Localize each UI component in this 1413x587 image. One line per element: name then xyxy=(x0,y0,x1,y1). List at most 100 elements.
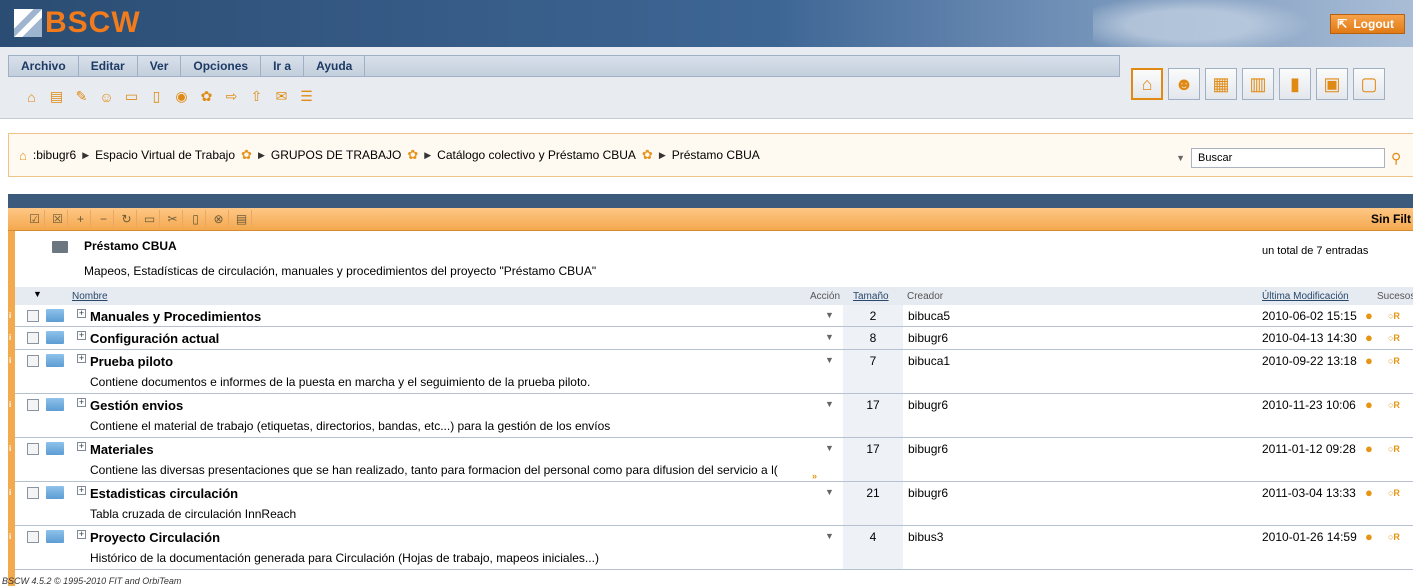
refresh-icon[interactable]: ↻ xyxy=(117,210,137,228)
row-checkbox[interactable] xyxy=(27,332,39,344)
event-icon[interactable]: ● xyxy=(1365,308,1373,323)
column-size[interactable]: Tamaño xyxy=(853,291,889,302)
breadcrumb-item[interactable]: Préstamo CBUA xyxy=(672,148,760,162)
expand-icon[interactable]: + xyxy=(77,398,86,407)
folder-icon[interactable] xyxy=(46,486,64,499)
table-row[interactable]: i + Proyecto Circulación Histórico de la… xyxy=(8,526,1413,570)
group-folder-icon[interactable]: ✿ xyxy=(241,147,252,163)
bookmark-icon[interactable]: ▮ xyxy=(1279,68,1311,100)
row-checkbox[interactable] xyxy=(27,443,39,455)
item-name[interactable]: Materiales xyxy=(90,442,154,457)
expand-all-icon[interactable]: + xyxy=(71,210,91,228)
action-chevron-icon[interactable]: ▼ xyxy=(825,531,834,541)
action-chevron-icon[interactable]: ▼ xyxy=(825,487,834,497)
menu-ver[interactable]: Ver xyxy=(138,56,182,76)
search-input[interactable]: Buscar xyxy=(1191,148,1385,168)
menu-ayuda[interactable]: Ayuda xyxy=(304,56,366,76)
chevron-down-icon[interactable]: ▼ xyxy=(1176,153,1185,163)
column-name[interactable]: Nombre xyxy=(72,291,108,302)
expand-icon[interactable]: + xyxy=(77,354,86,363)
event-icon[interactable]: ● xyxy=(1365,397,1373,412)
table-row[interactable]: i + Gestión envios Contiene el material … xyxy=(8,394,1413,438)
clipboard-icon[interactable]: ▦ xyxy=(1205,68,1237,100)
read-event-icon[interactable]: ○R xyxy=(1388,333,1400,343)
event-icon[interactable]: ● xyxy=(1365,441,1373,456)
collapse-all-icon[interactable]: − xyxy=(94,210,114,228)
read-event-icon[interactable]: ○R xyxy=(1388,532,1400,542)
copy-icon[interactable]: ▯ xyxy=(186,210,206,228)
info-marker[interactable]: i xyxy=(8,482,15,525)
uncheck-all-icon[interactable]: ☒ xyxy=(48,210,68,228)
item-name[interactable]: Manuales y Procedimientos xyxy=(90,309,261,324)
row-checkbox[interactable] xyxy=(27,399,39,411)
info-marker[interactable]: i xyxy=(8,394,15,437)
open-folder-icon[interactable]: ⌂ xyxy=(22,87,41,106)
row-checkbox[interactable] xyxy=(27,531,39,543)
notes-icon[interactable]: ☰ xyxy=(297,87,316,106)
info-marker[interactable]: i xyxy=(8,305,15,326)
menu-editar[interactable]: Editar xyxy=(79,56,138,76)
table-row[interactable]: i + Prueba piloto Contiene documentos e … xyxy=(8,350,1413,394)
filter-label[interactable]: Sin Filt xyxy=(1371,212,1411,226)
item-creator[interactable]: bibugr6 xyxy=(908,398,948,412)
column-modified[interactable]: Última Modificación xyxy=(1262,291,1349,302)
export-icon[interactable]: ⇨ xyxy=(222,87,241,106)
expand-icon[interactable]: + xyxy=(77,331,86,340)
zip-icon[interactable]: ▤ xyxy=(232,210,252,228)
action-chevron-icon[interactable]: ▼ xyxy=(825,332,834,342)
cut-icon[interactable]: ✂ xyxy=(163,210,183,228)
menu-ir-a[interactable]: Ir a xyxy=(261,56,305,76)
breadcrumb-item[interactable]: GRUPOS DE TRABAJO xyxy=(271,148,401,162)
folder-icon[interactable] xyxy=(46,442,64,455)
expand-icon[interactable]: + xyxy=(77,309,86,318)
read-event-icon[interactable]: ○R xyxy=(1388,311,1400,321)
search-icon[interactable]: ⚲ xyxy=(1391,150,1411,167)
add-group-icon[interactable]: ✿ xyxy=(197,87,216,106)
action-chevron-icon[interactable]: ▼ xyxy=(825,443,834,453)
item-creator[interactable]: bibugr6 xyxy=(908,331,948,345)
table-row[interactable]: i + Materiales Contiene las diversas pre… xyxy=(8,438,1413,482)
tasks-icon[interactable]: ▢ xyxy=(1353,68,1385,100)
item-creator[interactable]: bibugr6 xyxy=(908,442,948,456)
folder-icon[interactable] xyxy=(46,530,64,543)
folder-icon[interactable] xyxy=(46,398,64,411)
item-creator[interactable]: bibugr6 xyxy=(908,486,948,500)
event-icon[interactable]: ● xyxy=(1365,485,1373,500)
breadcrumb-item[interactable]: Espacio Virtual de Trabajo xyxy=(95,148,235,162)
group-folder-icon[interactable]: ✿ xyxy=(642,147,653,163)
read-event-icon[interactable]: ○R xyxy=(1388,356,1400,366)
item-name[interactable]: Estadisticas circulación xyxy=(90,486,238,501)
item-name[interactable]: Proyecto Circulación xyxy=(90,530,220,545)
action-chevron-icon[interactable]: ▼ xyxy=(825,399,834,409)
more-icon[interactable]: » xyxy=(812,471,817,481)
event-icon[interactable]: ● xyxy=(1365,529,1373,544)
menu-opciones[interactable]: Opciones xyxy=(181,56,262,76)
item-name[interactable]: Gestión envios xyxy=(90,398,183,413)
action-chevron-icon[interactable]: ▼ xyxy=(825,310,834,320)
column-events[interactable]: Sucesos xyxy=(1377,291,1413,302)
item-creator[interactable]: bibuca1 xyxy=(908,354,950,368)
delete-icon[interactable]: ⊗ xyxy=(209,210,229,228)
item-name[interactable]: Prueba piloto xyxy=(90,354,173,369)
calendar-icon[interactable]: ▣ xyxy=(1316,68,1348,100)
read-event-icon[interactable]: ○R xyxy=(1388,400,1400,410)
logout-button[interactable]: ⇱ Logout xyxy=(1330,14,1405,34)
add-document-icon[interactable]: ▯ xyxy=(147,87,166,106)
folder-icon[interactable] xyxy=(46,309,64,322)
info-marker[interactable]: i xyxy=(8,350,15,393)
breadcrumb-item[interactable]: :bibugr6 xyxy=(33,148,76,162)
breadcrumb-item[interactable]: Catálogo colectivo y Préstamo CBUA xyxy=(437,148,636,162)
upload-icon[interactable]: ⇧ xyxy=(247,87,266,106)
trash-icon[interactable]: ▥ xyxy=(1242,68,1274,100)
add-folder-icon[interactable]: ▭ xyxy=(122,87,141,106)
item-creator[interactable]: bibuca5 xyxy=(908,309,950,323)
sort-chevron-icon[interactable]: ▼ xyxy=(33,289,42,299)
group-folder-icon[interactable]: ✿ xyxy=(407,147,418,163)
item-name[interactable]: Configuración actual xyxy=(90,331,219,346)
expand-icon[interactable]: + xyxy=(77,530,86,539)
table-row[interactable]: i + Configuración actual ▼ 8 bibugr6 201… xyxy=(8,327,1413,350)
table-row[interactable]: i + Manuales y Procedimientos ▼ 2 bibuca… xyxy=(8,305,1413,327)
folder-icon[interactable] xyxy=(46,354,64,367)
info-marker[interactable]: i xyxy=(8,327,15,349)
expand-icon[interactable]: + xyxy=(77,486,86,495)
